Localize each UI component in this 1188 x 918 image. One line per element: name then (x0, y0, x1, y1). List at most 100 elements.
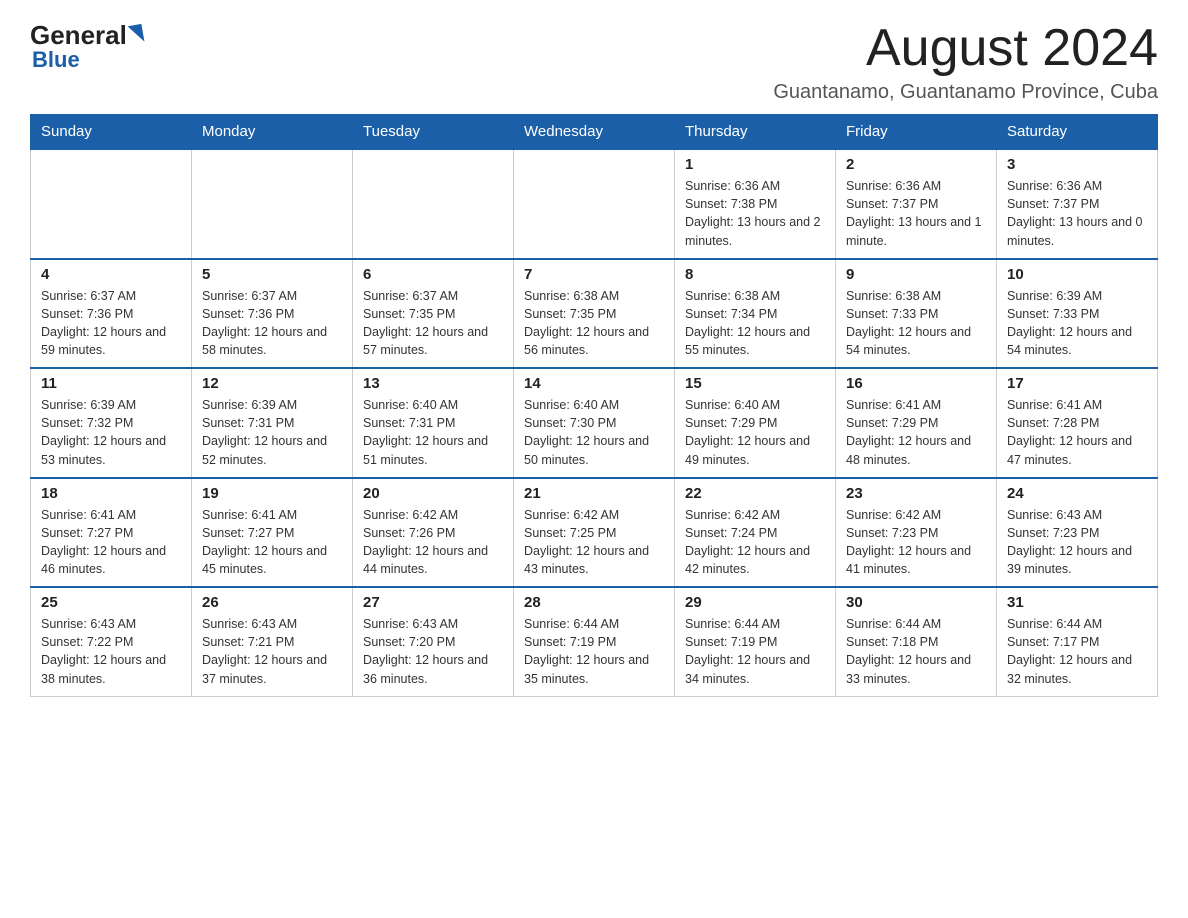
header-friday: Friday (836, 115, 997, 150)
logo-triangle-icon (127, 23, 144, 43)
day-info: Sunrise: 6:41 AMSunset: 7:27 PMDaylight:… (41, 506, 181, 579)
calendar-cell: 21 Sunrise: 6:42 AMSunset: 7:25 PMDayligh… (514, 478, 675, 588)
month-title: August 2024 (773, 20, 1158, 77)
day-number: 14 (524, 375, 664, 392)
day-number: 26 (202, 594, 342, 611)
calendar-cell: 7 Sunrise: 6:38 AMSunset: 7:35 PMDaylight… (514, 259, 675, 369)
calendar-cell (514, 149, 675, 259)
day-info: Sunrise: 6:42 AMSunset: 7:24 PMDaylight:… (685, 506, 825, 579)
calendar-cell (31, 149, 192, 259)
day-number: 7 (524, 266, 664, 283)
day-info: Sunrise: 6:40 AMSunset: 7:31 PMDaylight:… (363, 396, 503, 469)
day-number: 21 (524, 485, 664, 502)
day-number: 30 (846, 594, 986, 611)
calendar-cell: 19Sunrise: 6:41 AMSunset: 7:27 PMDayligh… (192, 478, 353, 588)
calendar-week-3: 11Sunrise: 6:39 AMSunset: 7:32 PMDayligh… (31, 368, 1158, 478)
day-info: Sunrise: 6:38 AMSunset: 7:33 PMDaylight:… (846, 287, 986, 360)
day-number: 4 (41, 266, 181, 283)
day-info: Sunrise: 6:40 AMSunset: 7:30 PMDaylight:… (524, 396, 664, 469)
day-number: 11 (41, 375, 181, 392)
calendar-cell: 13 Sunrise: 6:40 AMSunset: 7:31 PMDayligh… (353, 368, 514, 478)
day-info: Sunrise: 6:36 AMSunset: 7:37 PMDaylight:… (1007, 177, 1147, 250)
day-number: 13 (363, 375, 503, 392)
day-number: 25 (41, 594, 181, 611)
day-number: 8 (685, 266, 825, 283)
day-info: Sunrise: 6:44 AMSunset: 7:18 PMDaylight:… (846, 615, 986, 688)
calendar-cell: 28 Sunrise: 6:44 AMSunset: 7:19 PMDayligh… (514, 587, 675, 696)
day-number: 16 (846, 375, 986, 392)
calendar-week-4: 18 Sunrise: 6:41 AMSunset: 7:27 PMDayligh… (31, 478, 1158, 588)
day-number: 6 (363, 266, 503, 283)
location-title: Guantanamo, Guantanamo Province, Cuba (773, 81, 1158, 104)
calendar-cell: 15Sunrise: 6:40 AMSunset: 7:29 PMDayligh… (675, 368, 836, 478)
day-info: Sunrise: 6:37 AMSunset: 7:36 PMDaylight:… (41, 287, 181, 360)
calendar-week-5: 25Sunrise: 6:43 AMSunset: 7:22 PMDayligh… (31, 587, 1158, 696)
day-number: 18 (41, 485, 181, 502)
day-number: 29 (685, 594, 825, 611)
calendar-cell: 20Sunrise: 6:42 AMSunset: 7:26 PMDayligh… (353, 478, 514, 588)
header-saturday: Saturday (997, 115, 1158, 150)
calendar-cell: 10 Sunrise: 6:39 AMSunset: 7:33 PMDayligh… (997, 259, 1158, 369)
day-info: Sunrise: 6:44 AMSunset: 7:17 PMDaylight:… (1007, 615, 1147, 688)
day-info: Sunrise: 6:39 AMSunset: 7:33 PMDaylight:… (1007, 287, 1147, 360)
logo-blue: Blue (32, 47, 80, 73)
day-number: 23 (846, 485, 986, 502)
calendar-cell: 9 Sunrise: 6:38 AMSunset: 7:33 PMDaylight… (836, 259, 997, 369)
header-wednesday: Wednesday (514, 115, 675, 150)
day-info: Sunrise: 6:38 AMSunset: 7:35 PMDaylight:… (524, 287, 664, 360)
calendar-cell: 23 Sunrise: 6:42 AMSunset: 7:23 PMDayligh… (836, 478, 997, 588)
title-area: August 2024 Guantanamo, Guantanamo Provi… (773, 20, 1158, 104)
day-number: 17 (1007, 375, 1147, 392)
calendar-cell: 11Sunrise: 6:39 AMSunset: 7:32 PMDayligh… (31, 368, 192, 478)
day-info: Sunrise: 6:42 AMSunset: 7:23 PMDaylight:… (846, 506, 986, 579)
calendar-cell: 3 Sunrise: 6:36 AMSunset: 7:37 PMDaylight… (997, 149, 1158, 259)
day-info: Sunrise: 6:44 AMSunset: 7:19 PMDaylight:… (685, 615, 825, 688)
day-number: 28 (524, 594, 664, 611)
day-info: Sunrise: 6:44 AMSunset: 7:19 PMDaylight:… (524, 615, 664, 688)
calendar-cell: 18 Sunrise: 6:41 AMSunset: 7:27 PMDayligh… (31, 478, 192, 588)
day-number: 5 (202, 266, 342, 283)
day-number: 31 (1007, 594, 1147, 611)
calendar-cell: 17 Sunrise: 6:41 AMSunset: 7:28 PMDayligh… (997, 368, 1158, 478)
day-number: 20 (363, 485, 503, 502)
header-tuesday: Tuesday (353, 115, 514, 150)
day-info: Sunrise: 6:41 AMSunset: 7:28 PMDaylight:… (1007, 396, 1147, 469)
calendar-cell: 22Sunrise: 6:42 AMSunset: 7:24 PMDayligh… (675, 478, 836, 588)
calendar-cell: 16 Sunrise: 6:41 AMSunset: 7:29 PMDayligh… (836, 368, 997, 478)
header-monday: Monday (192, 115, 353, 150)
day-number: 3 (1007, 156, 1147, 173)
day-info: Sunrise: 6:43 AMSunset: 7:21 PMDaylight:… (202, 615, 342, 688)
day-info: Sunrise: 6:39 AMSunset: 7:31 PMDaylight:… (202, 396, 342, 469)
day-number: 24 (1007, 485, 1147, 502)
day-info: Sunrise: 6:41 AMSunset: 7:27 PMDaylight:… (202, 506, 342, 579)
day-number: 9 (846, 266, 986, 283)
calendar-cell: 30 Sunrise: 6:44 AMSunset: 7:18 PMDayligh… (836, 587, 997, 696)
calendar-cell: 5Sunrise: 6:37 AMSunset: 7:36 PMDaylight… (192, 259, 353, 369)
header-thursday: Thursday (675, 115, 836, 150)
day-info: Sunrise: 6:37 AMSunset: 7:35 PMDaylight:… (363, 287, 503, 360)
page-header: General Blue August 2024 Guantanamo, Gua… (30, 20, 1158, 104)
calendar-cell: 6 Sunrise: 6:37 AMSunset: 7:35 PMDaylight… (353, 259, 514, 369)
calendar-cell: 12Sunrise: 6:39 AMSunset: 7:31 PMDayligh… (192, 368, 353, 478)
calendar-cell: 26 Sunrise: 6:43 AMSunset: 7:21 PMDayligh… (192, 587, 353, 696)
logo: General Blue (30, 20, 143, 73)
day-info: Sunrise: 6:36 AMSunset: 7:38 PMDaylight:… (685, 177, 825, 250)
day-number: 2 (846, 156, 986, 173)
calendar-cell (353, 149, 514, 259)
calendar-cell: 25Sunrise: 6:43 AMSunset: 7:22 PMDayligh… (31, 587, 192, 696)
calendar-table: SundayMondayTuesdayWednesdayThursdayFrid… (30, 114, 1158, 697)
calendar-cell: 4 Sunrise: 6:37 AMSunset: 7:36 PMDaylight… (31, 259, 192, 369)
day-info: Sunrise: 6:42 AMSunset: 7:25 PMDaylight:… (524, 506, 664, 579)
day-number: 1 (685, 156, 825, 173)
header-sunday: Sunday (31, 115, 192, 150)
calendar-week-1: 1 Sunrise: 6:36 AMSunset: 7:38 PMDaylight… (31, 149, 1158, 259)
calendar-cell: 1 Sunrise: 6:36 AMSunset: 7:38 PMDaylight… (675, 149, 836, 259)
calendar-week-2: 4 Sunrise: 6:37 AMSunset: 7:36 PMDaylight… (31, 259, 1158, 369)
day-info: Sunrise: 6:41 AMSunset: 7:29 PMDaylight:… (846, 396, 986, 469)
day-number: 10 (1007, 266, 1147, 283)
day-number: 27 (363, 594, 503, 611)
day-info: Sunrise: 6:43 AMSunset: 7:20 PMDaylight:… (363, 615, 503, 688)
calendar-cell: 31 Sunrise: 6:44 AMSunset: 7:17 PMDayligh… (997, 587, 1158, 696)
day-info: Sunrise: 6:43 AMSunset: 7:23 PMDaylight:… (1007, 506, 1147, 579)
day-info: Sunrise: 6:36 AMSunset: 7:37 PMDaylight:… (846, 177, 986, 250)
